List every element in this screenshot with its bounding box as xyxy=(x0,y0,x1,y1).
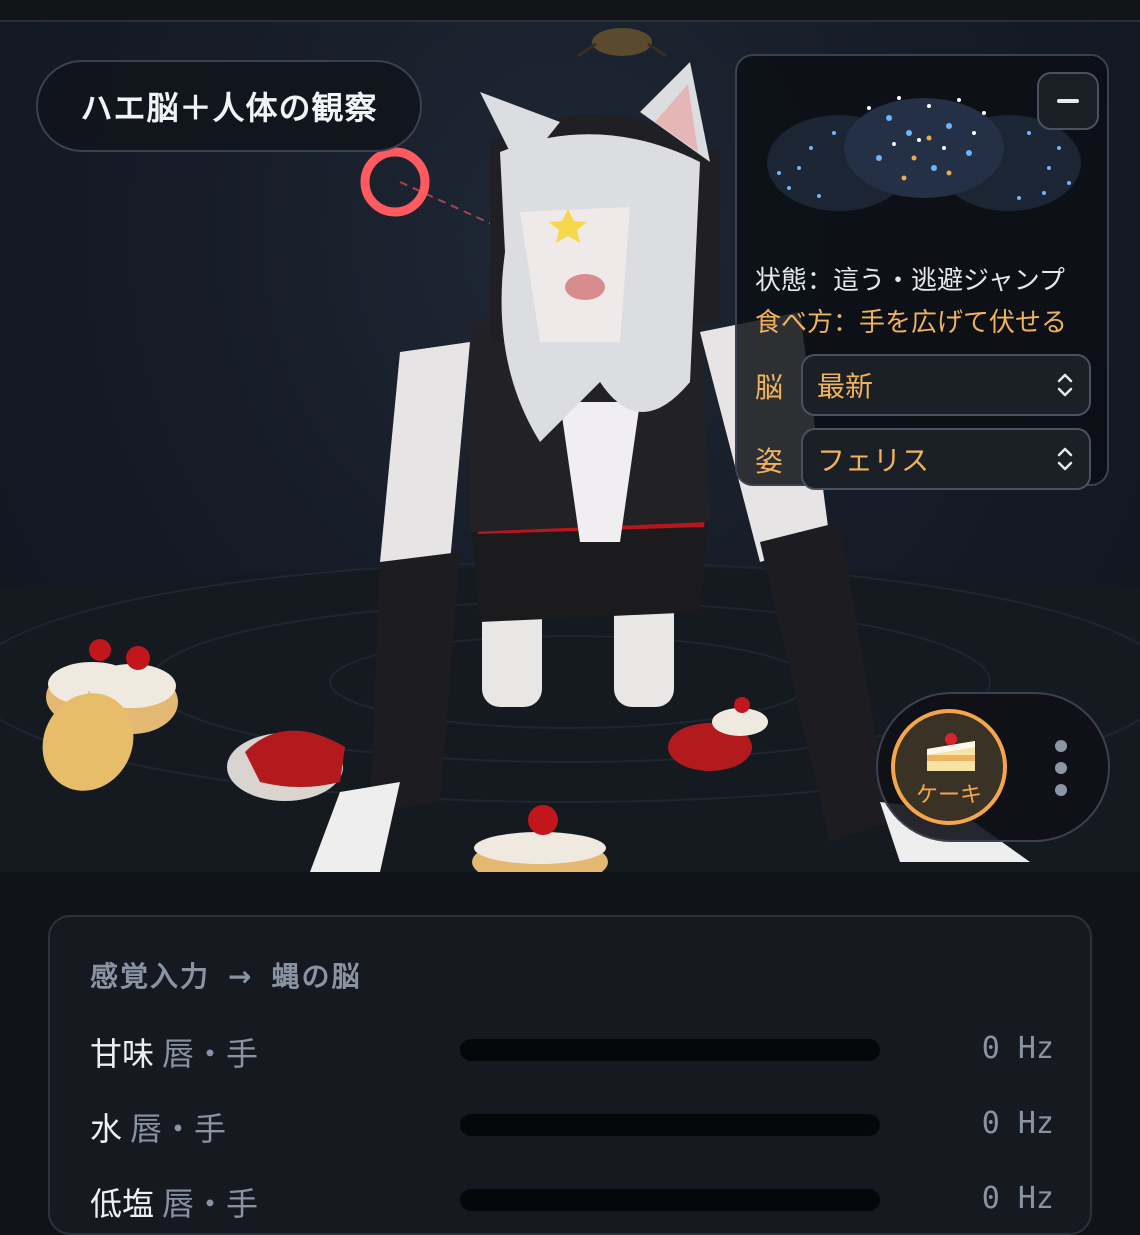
more-vertical-icon[interactable] xyxy=(1046,740,1076,796)
sensor-source: 唇・手 xyxy=(130,1110,227,1148)
sensor-row: 低塩 唇・手 0 Hz xyxy=(90,1175,1054,1225)
sensor-source: 唇・手 xyxy=(162,1185,259,1223)
state-text: 状態：這う・逃避ジャンプ xyxy=(755,266,1065,296)
sensory-heading: 感覚入力 → 蝿の脳 xyxy=(90,955,362,995)
page-title: ハエ脳＋人体の観察 xyxy=(36,60,422,152)
sensor-value: 0 Hz xyxy=(981,1181,1054,1216)
pose-select-value: フェリス xyxy=(817,444,930,477)
sensor-level-bar xyxy=(460,1189,880,1211)
food-dock: ケーキ xyxy=(876,692,1110,842)
target-ring xyxy=(360,147,430,217)
sensor-level-bar xyxy=(460,1114,880,1136)
cake-food-button[interactable]: ケーキ xyxy=(891,709,1007,825)
sensor-row: 甘味 唇・手 0 Hz xyxy=(90,1025,1054,1075)
sensor-name: 甘味 xyxy=(90,1035,155,1073)
fly-sprite xyxy=(577,28,667,58)
sensor-level-bar xyxy=(460,1039,880,1061)
brain-select-value: 最新 xyxy=(817,370,874,403)
food-label: ケーキ xyxy=(915,783,982,808)
sensor-row: 水唇・手 0 Hz xyxy=(90,1100,1054,1150)
cake-icon xyxy=(927,733,975,771)
heading-right: 蝿の脳 xyxy=(271,960,362,993)
arrow-right-icon: → xyxy=(228,960,254,993)
pose-select[interactable]: フェリス xyxy=(801,428,1091,490)
chevron-updown-icon xyxy=(1057,373,1073,397)
3d-viewport[interactable]: ハエ脳＋人体の観察 状態：這う・逃避ジャンプ 食べ方：手を広げて伏せる 脳 最新… xyxy=(0,22,1140,872)
chevron-updown-icon xyxy=(1057,447,1073,471)
brain-select-label: 脳 xyxy=(755,371,784,404)
brain-status-panel: 状態：這う・逃避ジャンプ 食べ方：手を広げて伏せる 脳 最新 姿 フェリス xyxy=(735,54,1109,490)
sensor-value: 0 Hz xyxy=(981,1106,1054,1141)
sensory-input-card: 感覚入力 → 蝿の脳 甘味 唇・手 0 Hz 水唇・手 0 Hz 低塩 唇・手 0 Hz xyxy=(48,915,1092,1235)
collapse-button[interactable] xyxy=(1037,72,1099,130)
top-bar xyxy=(0,0,1140,22)
sensor-name: 低塩 xyxy=(90,1185,155,1223)
heading-left: 感覚入力 xyxy=(90,960,211,993)
minus-icon xyxy=(1057,99,1079,103)
sensor-source: 唇・手 xyxy=(162,1035,259,1073)
eating-style-text: 食べ方：手を広げて伏せる xyxy=(755,308,1068,338)
sensor-value: 0 Hz xyxy=(981,1031,1054,1066)
pose-select-label: 姿 xyxy=(755,445,784,478)
sensor-name: 水 xyxy=(90,1110,123,1148)
brain-select[interactable]: 最新 xyxy=(801,354,1091,416)
